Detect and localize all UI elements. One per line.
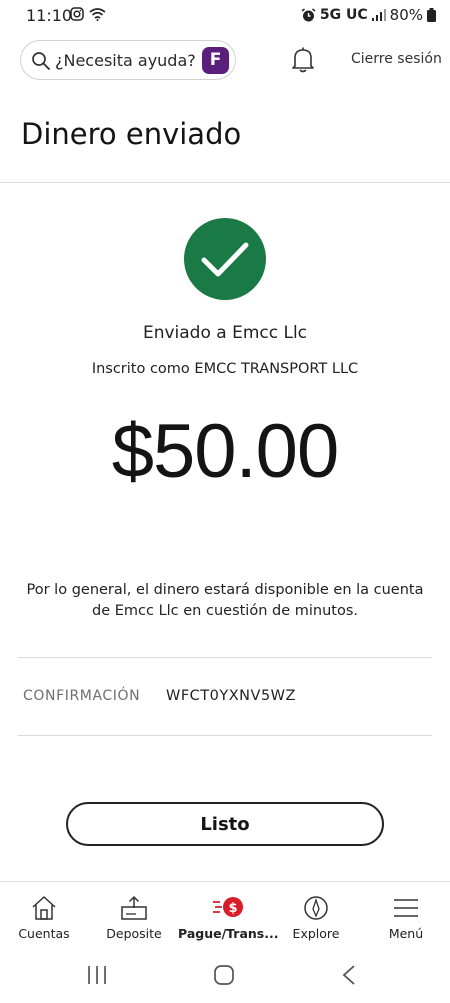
nav-label: Deposite (106, 926, 162, 941)
compass-icon (304, 896, 328, 920)
nav-item-explore[interactable]: Explore (274, 882, 358, 948)
nav-label: Menú (388, 926, 424, 941)
done-button[interactable]: Listo (66, 802, 384, 846)
wifi-icon (89, 8, 106, 21)
home-icon (32, 896, 56, 920)
battery-icon (427, 8, 436, 22)
status-time: 11:10 (26, 6, 73, 25)
confirmation-number: WFCT0YXNV5WZ (166, 688, 296, 704)
bell-icon[interactable] (290, 46, 316, 74)
search-icon (32, 52, 50, 70)
enrolled-as-text: Inscrito como EMCC TRANSPORT LLC (91, 361, 359, 377)
network-indicator: 5G UC (319, 7, 368, 23)
assistant-icon[interactable]: F (202, 47, 229, 74)
recent-apps-icon[interactable] (86, 965, 108, 985)
nav-item-cuentas[interactable]: Cuentas (0, 882, 88, 948)
home-button-icon[interactable] (213, 964, 235, 986)
divider (18, 735, 432, 736)
deposit-icon (121, 895, 147, 920)
nav-item-menu[interactable]: Menú (362, 882, 450, 948)
system-nav-bar (0, 947, 450, 1003)
divider (18, 657, 432, 658)
amount: $50.00 (111, 409, 339, 494)
signal-icon (371, 9, 386, 21)
page-title: Dinero enviado (21, 117, 242, 151)
availability-message: Por lo general, el dinero estará disponi… (26, 582, 424, 619)
success-check-icon (184, 218, 266, 300)
help-search-bar[interactable]: ¿Necesita ayuda? F (20, 40, 236, 80)
pay-transfer-icon: $ (213, 897, 243, 917)
nav-label: Explore (292, 926, 340, 941)
nav-item-pague-transfiera[interactable]: $ Pague/Trans... (178, 882, 279, 948)
search-text: ¿Necesita ayuda? (55, 51, 196, 70)
nav-label: Pague/Trans... (178, 926, 279, 941)
back-icon[interactable] (342, 965, 356, 985)
instagram-icon (70, 7, 84, 21)
menu-icon (394, 899, 418, 917)
divider (0, 182, 450, 183)
nav-item-deposite[interactable]: Deposite (90, 882, 178, 948)
battery-percent: 80% (389, 6, 423, 24)
recipient-text: Enviado a Emcc Llc (142, 323, 308, 343)
logout-link[interactable]: Cierre sesión (351, 51, 442, 67)
status-bar: 11:10 5G UC 80% (0, 0, 450, 32)
nav-label: Cuentas (18, 926, 70, 941)
bottom-nav: Cuentas Deposite $ Pague/Trans... Explor… (0, 881, 450, 947)
confirmation-label: CONFIRMACIÓN (23, 688, 141, 704)
alarm-icon (301, 7, 316, 21)
svg-text:$: $ (228, 901, 237, 916)
